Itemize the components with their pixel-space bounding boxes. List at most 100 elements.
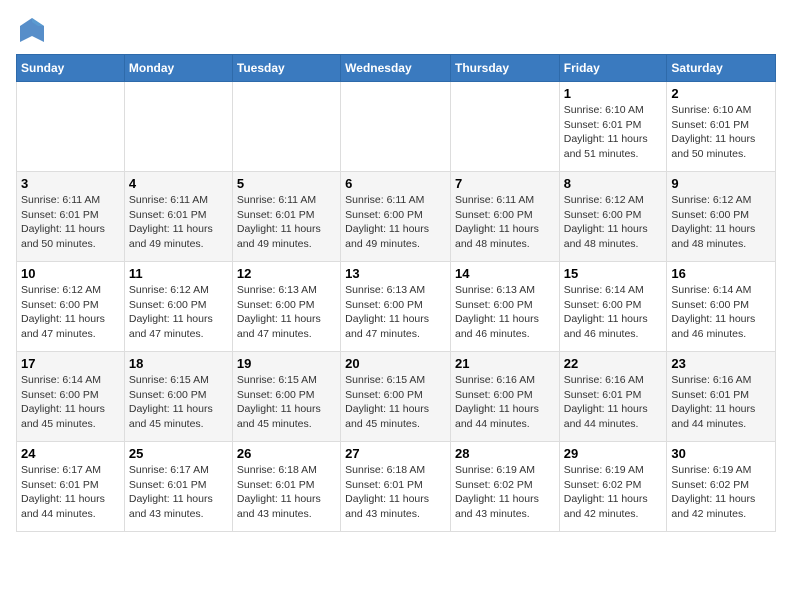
day-info: Sunrise: 6:16 AM Sunset: 6:01 PM Dayligh… <box>671 373 771 432</box>
calendar-cell: 27 Sunrise: 6:18 AM Sunset: 6:01 PM Dayli… <box>341 442 451 532</box>
calendar-cell: 14 Sunrise: 6:13 AM Sunset: 6:00 PM Dayli… <box>450 262 559 352</box>
day-info: Sunrise: 6:19 AM Sunset: 6:02 PM Dayligh… <box>455 463 555 522</box>
day-of-week-header: Wednesday <box>341 55 451 82</box>
day-info: Sunrise: 6:14 AM Sunset: 6:00 PM Dayligh… <box>21 373 120 432</box>
day-info: Sunrise: 6:14 AM Sunset: 6:00 PM Dayligh… <box>671 283 771 342</box>
day-number: 4 <box>129 176 228 191</box>
day-number: 13 <box>345 266 446 281</box>
logo-icon <box>18 16 46 44</box>
calendar-cell: 15 Sunrise: 6:14 AM Sunset: 6:00 PM Dayli… <box>559 262 667 352</box>
day-number: 22 <box>564 356 663 371</box>
day-number: 23 <box>671 356 771 371</box>
day-info: Sunrise: 6:11 AM Sunset: 6:00 PM Dayligh… <box>455 193 555 252</box>
day-number: 19 <box>237 356 336 371</box>
day-number: 15 <box>564 266 663 281</box>
day-info: Sunrise: 6:15 AM Sunset: 6:00 PM Dayligh… <box>345 373 446 432</box>
calendar-week-row: 10 Sunrise: 6:12 AM Sunset: 6:00 PM Dayli… <box>17 262 776 352</box>
calendar-cell: 11 Sunrise: 6:12 AM Sunset: 6:00 PM Dayli… <box>124 262 232 352</box>
day-number: 27 <box>345 446 446 461</box>
calendar-cell: 10 Sunrise: 6:12 AM Sunset: 6:00 PM Dayli… <box>17 262 125 352</box>
day-info: Sunrise: 6:12 AM Sunset: 6:00 PM Dayligh… <box>564 193 663 252</box>
day-number: 1 <box>564 86 663 101</box>
day-number: 26 <box>237 446 336 461</box>
day-number: 24 <box>21 446 120 461</box>
calendar-week-row: 24 Sunrise: 6:17 AM Sunset: 6:01 PM Dayli… <box>17 442 776 532</box>
calendar-cell: 17 Sunrise: 6:14 AM Sunset: 6:00 PM Dayli… <box>17 352 125 442</box>
day-number: 3 <box>21 176 120 191</box>
calendar-cell: 20 Sunrise: 6:15 AM Sunset: 6:00 PM Dayli… <box>341 352 451 442</box>
calendar-cell: 3Sunrise: 6:11 AM Sunset: 6:01 PM Daylig… <box>17 172 125 262</box>
calendar-cell: 7 Sunrise: 6:11 AM Sunset: 6:00 PM Daylig… <box>450 172 559 262</box>
day-number: 11 <box>129 266 228 281</box>
calendar-cell: 9 Sunrise: 6:12 AM Sunset: 6:00 PM Daylig… <box>667 172 776 262</box>
calendar-cell: 4 Sunrise: 6:11 AM Sunset: 6:01 PM Daylig… <box>124 172 232 262</box>
day-of-week-header: Friday <box>559 55 667 82</box>
day-number: 16 <box>671 266 771 281</box>
calendar-cell: 12Sunrise: 6:13 AM Sunset: 6:00 PM Dayli… <box>232 262 340 352</box>
day-info: Sunrise: 6:15 AM Sunset: 6:00 PM Dayligh… <box>129 373 228 432</box>
page-header <box>16 16 776 44</box>
calendar-cell: 5 Sunrise: 6:11 AM Sunset: 6:01 PM Daylig… <box>232 172 340 262</box>
calendar-cell: 16 Sunrise: 6:14 AM Sunset: 6:00 PM Dayli… <box>667 262 776 352</box>
logo <box>16 16 46 44</box>
day-number: 7 <box>455 176 555 191</box>
day-info: Sunrise: 6:16 AM Sunset: 6:00 PM Dayligh… <box>455 373 555 432</box>
day-number: 18 <box>129 356 228 371</box>
day-number: 14 <box>455 266 555 281</box>
calendar-cell: 21 Sunrise: 6:16 AM Sunset: 6:00 PM Dayli… <box>450 352 559 442</box>
calendar-week-row: 3 Sunrise: 6:11 AM Sunset: 6:01 PM Daylig… <box>17 172 776 262</box>
day-info: Sunrise: 6:15 AM Sunset: 6:00 PM Dayligh… <box>237 373 336 432</box>
day-number: 29 <box>564 446 663 461</box>
day-number: 17 <box>21 356 120 371</box>
day-info: Sunrise: 6:19 AM Sunset: 6:02 PM Dayligh… <box>564 463 663 522</box>
calendar-header-row: SundayMondayTuesdayWednesdayThursdayFrid… <box>17 55 776 82</box>
calendar-week-row: 1 Sunrise: 6:10 AM Sunset: 6:01 PM Daylig… <box>17 82 776 172</box>
calendar-cell <box>17 82 125 172</box>
day-info: Sunrise: 6:12 AM Sunset: 6:00 PM Dayligh… <box>671 193 771 252</box>
day-number: 9 <box>671 176 771 191</box>
calendar-cell: 18 Sunrise: 6:15 AM Sunset: 6:00 PM Dayli… <box>124 352 232 442</box>
day-info: Sunrise: 6:11 AM Sunset: 6:01 PM Dayligh… <box>129 193 228 252</box>
calendar-table: SundayMondayTuesdayWednesdayThursdayFrid… <box>16 54 776 532</box>
day-info: Sunrise: 6:14 AM Sunset: 6:00 PM Dayligh… <box>564 283 663 342</box>
calendar-cell <box>232 82 340 172</box>
calendar-cell: 8 Sunrise: 6:12 AM Sunset: 6:00 PM Daylig… <box>559 172 667 262</box>
day-of-week-header: Monday <box>124 55 232 82</box>
calendar-cell: 23 Sunrise: 6:16 AM Sunset: 6:01 PM Dayli… <box>667 352 776 442</box>
calendar-cell: 28 Sunrise: 6:19 AM Sunset: 6:02 PM Dayli… <box>450 442 559 532</box>
day-info: Sunrise: 6:18 AM Sunset: 6:01 PM Dayligh… <box>237 463 336 522</box>
calendar-cell: 6Sunrise: 6:11 AM Sunset: 6:00 PM Daylig… <box>341 172 451 262</box>
day-of-week-header: Tuesday <box>232 55 340 82</box>
day-number: 28 <box>455 446 555 461</box>
calendar-cell: 30Sunrise: 6:19 AM Sunset: 6:02 PM Dayli… <box>667 442 776 532</box>
calendar-cell: 26 Sunrise: 6:18 AM Sunset: 6:01 PM Dayli… <box>232 442 340 532</box>
day-number: 8 <box>564 176 663 191</box>
day-info: Sunrise: 6:10 AM Sunset: 6:01 PM Dayligh… <box>564 103 663 162</box>
calendar-cell: 1 Sunrise: 6:10 AM Sunset: 6:01 PM Daylig… <box>559 82 667 172</box>
day-info: Sunrise: 6:13 AM Sunset: 6:00 PM Dayligh… <box>345 283 446 342</box>
day-info: Sunrise: 6:13 AM Sunset: 6:00 PM Dayligh… <box>455 283 555 342</box>
day-info: Sunrise: 6:11 AM Sunset: 6:01 PM Dayligh… <box>237 193 336 252</box>
day-number: 12 <box>237 266 336 281</box>
day-of-week-header: Saturday <box>667 55 776 82</box>
day-of-week-header: Thursday <box>450 55 559 82</box>
calendar-cell <box>341 82 451 172</box>
day-info: Sunrise: 6:17 AM Sunset: 6:01 PM Dayligh… <box>21 463 120 522</box>
day-info: Sunrise: 6:18 AM Sunset: 6:01 PM Dayligh… <box>345 463 446 522</box>
day-info: Sunrise: 6:12 AM Sunset: 6:00 PM Dayligh… <box>129 283 228 342</box>
day-info: Sunrise: 6:16 AM Sunset: 6:01 PM Dayligh… <box>564 373 663 432</box>
calendar-cell: 22 Sunrise: 6:16 AM Sunset: 6:01 PM Dayli… <box>559 352 667 442</box>
day-number: 20 <box>345 356 446 371</box>
calendar-cell: 24 Sunrise: 6:17 AM Sunset: 6:01 PM Dayli… <box>17 442 125 532</box>
calendar-cell <box>450 82 559 172</box>
day-number: 21 <box>455 356 555 371</box>
day-info: Sunrise: 6:10 AM Sunset: 6:01 PM Dayligh… <box>671 103 771 162</box>
day-number: 30 <box>671 446 771 461</box>
day-info: Sunrise: 6:12 AM Sunset: 6:00 PM Dayligh… <box>21 283 120 342</box>
calendar-cell: 13 Sunrise: 6:13 AM Sunset: 6:00 PM Dayli… <box>341 262 451 352</box>
day-number: 5 <box>237 176 336 191</box>
calendar-cell: 19 Sunrise: 6:15 AM Sunset: 6:00 PM Dayli… <box>232 352 340 442</box>
day-number: 6 <box>345 176 446 191</box>
day-number: 10 <box>21 266 120 281</box>
calendar-cell: 29 Sunrise: 6:19 AM Sunset: 6:02 PM Dayli… <box>559 442 667 532</box>
